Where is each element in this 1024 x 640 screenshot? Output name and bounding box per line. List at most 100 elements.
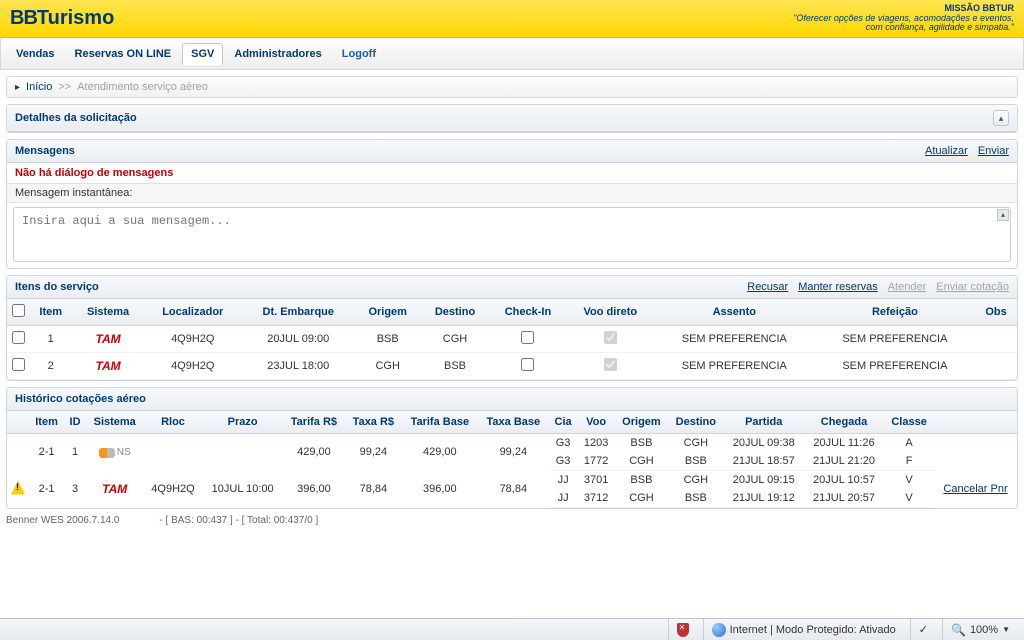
- cell-destino: BSB: [421, 353, 490, 380]
- cell-localizador: 4Q9H2Q: [144, 353, 242, 380]
- status-zoom-value: 100%: [970, 624, 998, 636]
- cell-chegada: 20JUL 10:57: [804, 471, 884, 490]
- action-enviar-cotacao[interactable]: Enviar cotação: [936, 281, 1009, 293]
- cell-obs: [975, 353, 1017, 380]
- cell-sistema: TAM: [72, 353, 143, 380]
- panel-historico-title: Histórico cotações aéreo: [15, 393, 146, 405]
- col-assento: Assento: [654, 299, 815, 326]
- cell-cia: JJ: [549, 471, 578, 490]
- page-footer: Benner WES 2006.7.14.0 - [ BAS: 00:437 ]…: [6, 515, 1018, 526]
- mensagens-textarea[interactable]: [14, 208, 996, 258]
- cell-voo: 1203: [577, 434, 614, 453]
- table-row: 2TAM4Q9H2Q23JUL 18:00CGHBSBSEM PREFERENC…: [7, 353, 1017, 380]
- menu-vendas[interactable]: Vendas: [7, 43, 64, 65]
- cell-origem: CGH: [355, 353, 421, 380]
- col-h-sistema: Sistema: [86, 411, 144, 434]
- col-h-tarifa-base: Tarifa Base: [402, 411, 478, 434]
- logo-turismo: Turismo: [37, 7, 114, 29]
- panel-detalhes-title: Detalhes da solicitação: [15, 112, 137, 124]
- menu-logoff[interactable]: Logoff: [333, 43, 385, 65]
- col-h-chegada: Chegada: [804, 411, 884, 434]
- row-checkbox[interactable]: [12, 358, 25, 371]
- cell-prazo: [203, 434, 283, 471]
- main-menu: Vendas Reservas ON LINE SGV Administrado…: [0, 38, 1024, 70]
- breadcrumb-inicio[interactable]: Início: [26, 81, 52, 93]
- gol-logo: NS: [99, 447, 131, 458]
- cell-cia: JJ: [549, 489, 578, 508]
- panel-detalhes: Detalhes da solicitação ▴: [6, 104, 1018, 133]
- cell-item: 1: [29, 326, 72, 353]
- col-h-taxa: Taxa R$: [345, 411, 402, 434]
- status-security: [668, 619, 697, 640]
- action-enviar[interactable]: Enviar: [978, 145, 1009, 157]
- cancelar-pnr-link[interactable]: Cancelar Pnr: [943, 483, 1007, 495]
- mission-text: MISSÃO BBTUR "Oferecer opções de viagens…: [793, 4, 1014, 34]
- itens-table: Item Sistema Localizador Dt. Embarque Or…: [7, 299, 1017, 380]
- menu-sgv[interactable]: SGV: [182, 43, 223, 65]
- cell-partida: 20JUL 09:15: [724, 471, 804, 490]
- col-h-taxa-base: Taxa Base: [478, 411, 549, 434]
- checkin-checkbox[interactable]: [521, 331, 534, 344]
- col-destino: Destino: [421, 299, 490, 326]
- breadcrumb-sep: >>: [58, 81, 71, 93]
- select-all-checkbox[interactable]: [12, 304, 25, 317]
- cell-destino: BSB: [668, 489, 723, 508]
- col-refeicao: Refeição: [815, 299, 976, 326]
- footer-timing: - [ BAS: 00:437 ] - [ Total: 00:437/0 ]: [159, 515, 318, 526]
- col-h-classe: Classe: [884, 411, 934, 434]
- cell-taxa-base: 99,24: [478, 434, 549, 471]
- historico-table: Item ID Sistema Rloc Prazo Tarifa R$ Tax…: [7, 411, 1017, 508]
- menu-reservas[interactable]: Reservas ON LINE: [66, 43, 181, 65]
- scroll-up-icon[interactable]: ▴: [997, 209, 1009, 221]
- cell-tarifa: 429,00: [283, 434, 345, 471]
- action-manter-reservas[interactable]: Manter reservas: [798, 281, 877, 293]
- footer-version: Benner WES 2006.7.14.0: [6, 515, 119, 526]
- cell-partida: 21JUL 19:12: [724, 489, 804, 508]
- row-checkbox[interactable]: [12, 331, 25, 344]
- warning-icon: [11, 481, 25, 495]
- col-obs: Obs: [975, 299, 1017, 326]
- col-origem: Origem: [355, 299, 421, 326]
- collapse-button[interactable]: ▴: [993, 110, 1009, 126]
- cell-assento: SEM PREFERENCIA: [654, 353, 815, 380]
- action-atualizar[interactable]: Atualizar: [925, 145, 968, 157]
- cell-chegada: 20JUL 11:26: [804, 434, 884, 453]
- col-h-origem: Origem: [615, 411, 668, 434]
- cell-voo: 3701: [577, 471, 614, 490]
- breadcrumb-arrow-icon[interactable]: ▸: [15, 82, 20, 93]
- col-sistema: Sistema: [72, 299, 143, 326]
- panel-mensagens-header: Mensagens Atualizar Enviar: [7, 140, 1017, 163]
- action-recusar[interactable]: Recusar: [747, 281, 788, 293]
- voo-direto-checkbox[interactable]: [604, 331, 617, 344]
- menu-administradores[interactable]: Administradores: [225, 43, 330, 65]
- checkin-checkbox[interactable]: [521, 358, 534, 371]
- cell-rloc: 4Q9H2Q: [144, 471, 203, 508]
- action-atender[interactable]: Atender: [888, 281, 927, 293]
- panel-historico-header: Histórico cotações aéreo: [7, 388, 1017, 411]
- panel-itens: Itens do serviço Recusar Manter reservas…: [6, 275, 1018, 381]
- cell-refeicao: SEM PREFERENCIA: [815, 353, 976, 380]
- cell-voo: 3712: [577, 489, 614, 508]
- voo-direto-checkbox[interactable]: [604, 358, 617, 371]
- panel-mensagens-title: Mensagens: [15, 145, 75, 157]
- status-zoom[interactable]: 🔍 100% ▼: [942, 619, 1018, 640]
- cell-partida: 20JUL 09:38: [724, 434, 804, 453]
- col-checkin: Check-In: [489, 299, 566, 326]
- cell-chegada: 21JUL 21:20: [804, 452, 884, 471]
- cell-action: Cancelar Pnr: [934, 471, 1017, 508]
- cell-origem: CGH: [615, 452, 668, 471]
- table-row: 2-11NS429,0099,24429,0099,24G31203BSBCGH…: [7, 434, 1017, 453]
- tam-logo: TAM: [96, 332, 121, 346]
- cell-tarifa-base: 396,00: [402, 471, 478, 508]
- cell-taxa-base: 78,84: [478, 471, 549, 508]
- cell-tarifa: 396,00: [283, 471, 345, 508]
- cell-obs: [975, 326, 1017, 353]
- cell-cia: G3: [549, 452, 578, 471]
- col-h-partida: Partida: [724, 411, 804, 434]
- itens-actions: Recusar Manter reservas Atender Enviar c…: [747, 281, 1009, 293]
- logo: BBTurismo: [10, 7, 114, 30]
- status-protected-mode-toggle[interactable]: ✓: [910, 619, 936, 640]
- cell-item: 2-1: [29, 434, 64, 471]
- panel-itens-title: Itens do serviço: [15, 281, 99, 293]
- cell-partida: 21JUL 18:57: [724, 452, 804, 471]
